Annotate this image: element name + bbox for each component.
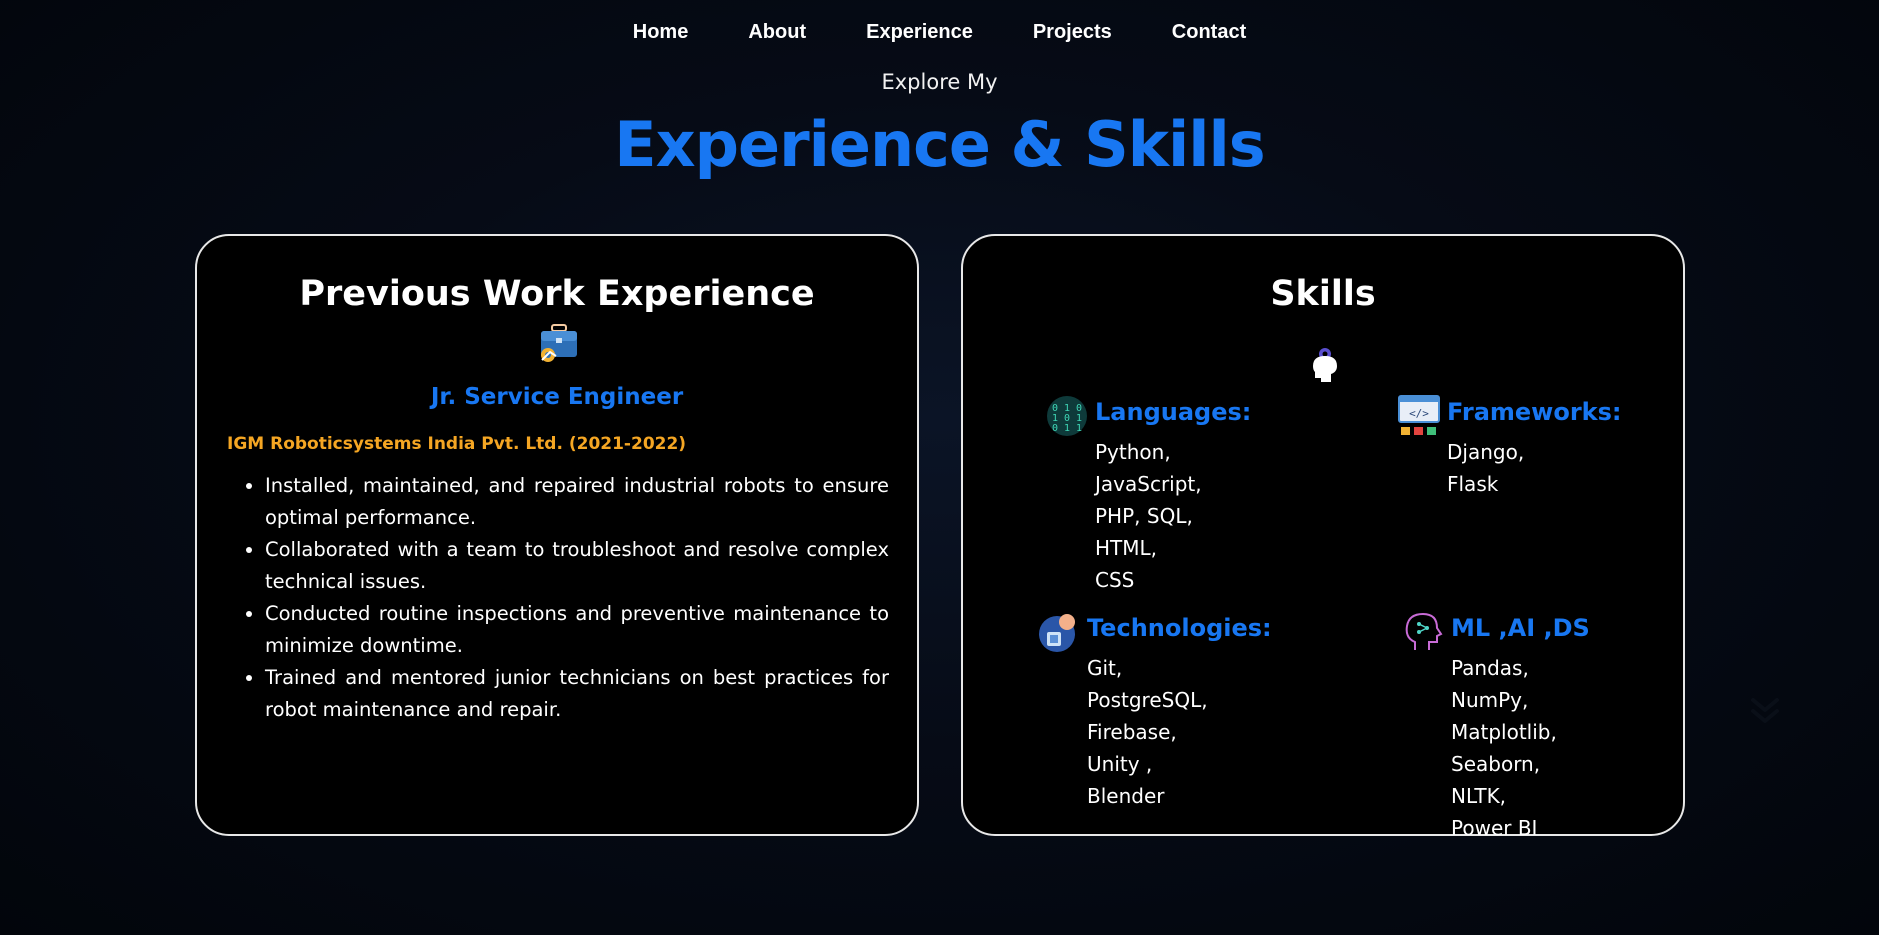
ml-label: ML ,AI ,DS — [1451, 614, 1590, 642]
skill-line: Power BI — [1451, 816, 1538, 840]
nav-about[interactable]: About — [718, 20, 836, 44]
skill-line: Pandas, — [1451, 656, 1529, 680]
languages-list: Python, JavaScript, PHP, SQL, HTML, CSS — [1095, 436, 1202, 596]
experience-card-title: Previous Work Experience — [299, 274, 815, 314]
duty-item: Collaborated with a team to troubleshoot… — [265, 534, 889, 598]
experience-card: Previous Work Experience Jr. Service Eng… — [195, 234, 919, 836]
web-code-icon: </> — [1398, 395, 1440, 435]
duty-item: Installed, maintained, and repaired indu… — [265, 470, 889, 534]
skills-card-title: Skills — [1270, 274, 1376, 314]
brain-gear-icon — [1313, 348, 1337, 382]
skill-line: CSS — [1095, 568, 1135, 592]
skill-line: Blender — [1087, 784, 1165, 808]
briefcase-gear-icon — [541, 324, 577, 362]
duties-list: Installed, maintained, and repaired indu… — [227, 470, 889, 726]
svg-text:</>: </> — [1409, 407, 1429, 420]
technology-icon — [1039, 614, 1075, 652]
section-title: Experience & Skills — [614, 108, 1265, 181]
svg-text:0 1 1: 0 1 1 — [1052, 423, 1082, 434]
binary-code-icon: 0 1 0 1 0 1 0 1 1 — [1047, 396, 1087, 436]
nav-home[interactable]: Home — [603, 20, 719, 44]
ml-list: Pandas, NumPy, Matplotlib, Seaborn, NLTK… — [1451, 652, 1557, 844]
frameworks-label: Frameworks: — [1447, 398, 1622, 426]
languages-label: Languages: — [1095, 398, 1252, 426]
job-role: Jr. Service Engineer — [430, 384, 684, 410]
skill-line: Django, Flask — [1447, 440, 1525, 496]
nav-projects[interactable]: Projects — [1003, 20, 1142, 44]
skill-line: Matplotlib, — [1451, 720, 1557, 744]
skill-line: Seaborn, NLTK, — [1451, 752, 1541, 808]
technologies-label: Technologies: — [1087, 614, 1272, 642]
top-nav: Home About Experience Projects Contact — [0, 20, 1879, 44]
nav-contact[interactable]: Contact — [1142, 20, 1276, 44]
ai-head-icon — [1405, 612, 1443, 650]
skill-line: Firebase, Unity , — [1087, 720, 1177, 776]
technologies-list: Git, PostgreSQL, Firebase, Unity , Blend… — [1087, 652, 1208, 812]
skill-line: PHP, SQL, HTML, — [1095, 504, 1193, 560]
skill-line: Git, PostgreSQL, — [1087, 656, 1208, 712]
duty-item: Conducted routine inspections and preven… — [265, 598, 889, 662]
duty-item: Trained and mentored junior technicians … — [265, 662, 889, 726]
skill-line: JavaScript, — [1095, 472, 1202, 496]
section-subtitle: Explore My — [881, 70, 998, 94]
frameworks-list: Django, Flask — [1447, 436, 1524, 500]
skill-line: NumPy, — [1451, 688, 1529, 712]
skills-card: Skills 0 1 0 1 0 1 0 1 1 Languages: Pyth… — [961, 234, 1685, 840]
company-name: IGM Roboticsystems India Pvt. Ltd. (2021… — [227, 434, 687, 454]
skill-line: Python, — [1095, 440, 1171, 464]
chevron-double-down-icon[interactable] — [1748, 694, 1782, 728]
nav-experience[interactable]: Experience — [836, 20, 1003, 44]
